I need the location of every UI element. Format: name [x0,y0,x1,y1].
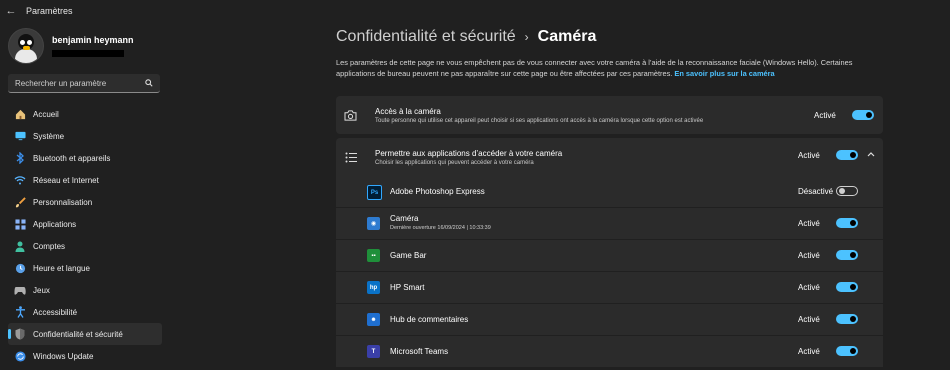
app-access-toggle[interactable] [836,250,858,260]
sidebar-item-reseau-et-internet[interactable]: Réseau et Internet [8,169,162,191]
avatar [8,28,44,64]
intro-text: Les paramètres de cette page ne vous emp… [336,58,871,79]
sidebar-item-confidentialite-et-securite[interactable]: Confidentialité et sécurité [8,323,162,345]
app-row: ☻ Hub de commentaires Activé [336,304,883,336]
app-access-toggle[interactable] [836,314,858,324]
sidebar-item-label: Jeux [33,285,50,295]
learn-more-link[interactable]: En savoir plus sur la caméra [674,69,774,78]
apps-access-card[interactable]: Permettre aux applications d’accéder à v… [336,138,883,176]
feedback-hub-icon: ☻ [367,313,380,326]
person-icon [14,240,26,252]
brush-icon [14,196,26,208]
app-access-toggle[interactable] [836,218,858,228]
hp-smart-icon: hp [367,281,380,294]
sidebar-item-applications[interactable]: Applications [8,213,162,235]
apps-access-title: Permettre aux applications d’accéder à v… [375,148,563,158]
teams-icon: T [367,345,380,358]
app-row: T Microsoft Teams Activé [336,336,883,367]
sidebar-item-label: Personnalisation [33,197,93,207]
sidebar-item-label: Système [33,131,65,141]
app-name: Game Bar [390,251,427,260]
update-icon [14,350,26,362]
camera-app-icon: ◉ [367,217,380,230]
search-input[interactable]: Rechercher un paramètre [8,74,160,93]
camera-access-title: Accès à la caméra [375,106,441,116]
gamepad-icon [14,284,26,296]
app-access-state: Désactivé [798,187,834,196]
photoshop-icon: Ps [367,185,382,200]
sidebar-item-label: Réseau et Internet [33,175,99,185]
app-name: HP Smart [390,283,425,292]
breadcrumb-separator: › [524,30,529,44]
app-row: ◉ Caméra Dernière ouverture 16/09/2024 | 1… [336,208,883,240]
app-access-state: Activé [798,283,820,292]
home-icon [14,108,26,120]
back-arrow-icon[interactable]: ← [0,0,22,22]
shield-icon [14,328,26,340]
search-placeholder: Rechercher un paramètre [15,78,107,88]
apps-access-toggle[interactable] [836,150,858,160]
search-icon[interactable] [142,79,156,87]
display-icon [14,130,26,142]
sidebar-item-label: Heure et langue [33,263,90,273]
sidebar-item-bluetooth-et-appareils[interactable]: Bluetooth et appareils [8,147,162,169]
camera-access-toggle[interactable] [852,110,874,120]
apps-access-subtitle: Choisir les applications qui peuvent acc… [375,159,534,166]
main-content: Confidentialité et sécurité › Caméra Les… [336,22,884,370]
app-name: Hub de commentaires [390,315,469,324]
list-icon [344,151,357,164]
app-access-toggle[interactable] [836,282,858,292]
apps-access-state: Activé [798,151,820,160]
user-profile[interactable]: benjamin heymann [8,28,134,64]
app-access-state: Activé [798,251,820,260]
sidebar-item-accueil[interactable]: Accueil [8,103,162,125]
sidebar: benjamin heymann Rechercher un paramètre… [0,22,170,370]
accessibility-icon [14,306,26,318]
app-row: hp HP Smart Activé [336,272,883,304]
camera-access-card: Accès à la caméra Toute personne qui uti… [336,96,883,134]
sidebar-item-heure-et-langue[interactable]: Heure et langue [8,257,162,279]
window-title: Paramètres [26,6,73,16]
app-access-toggle[interactable] [836,346,858,356]
camera-access-subtitle: Toute personne qui utilise cet appareil … [375,117,704,124]
sidebar-item-systeme[interactable]: Système [8,125,162,147]
breadcrumb: Confidentialité et sécurité › Caméra [336,28,596,46]
app-name: Adobe Photoshop Express [390,187,485,196]
sidebar-item-label: Accessibilité [33,307,78,317]
sidebar-item-personnalisation[interactable]: Personnalisation [8,191,162,213]
sidebar-item-label: Applications [33,219,77,229]
sidebar-item-accessibilite[interactable]: Accessibilité [8,301,162,323]
title-bar: ← Paramètres [0,0,950,22]
chevron-up-icon[interactable] [867,150,875,159]
wifi-icon [14,174,26,186]
app-row: ▪▪ Game Bar Activé [336,240,883,272]
app-name: Microsoft Teams [390,347,449,356]
app-access-state: Activé [798,219,820,228]
breadcrumb-parent[interactable]: Confidentialité et sécurité [336,28,516,46]
sidebar-item-label: Bluetooth et appareils [33,153,111,163]
sidebar-item-label: Comptes [33,241,66,251]
sidebar-item-label: Accueil [33,109,59,119]
sidebar-item-comptes[interactable]: Comptes [8,235,162,257]
sidebar-item-label: Confidentialité et sécurité [33,329,123,339]
app-name: Caméra [390,214,419,223]
app-row: Ps Adobe Photoshop Express Désactivé [336,176,883,208]
bluetooth-icon [14,152,26,164]
game-bar-icon: ▪▪ [367,249,380,262]
globe-clock-icon [14,262,26,274]
sidebar-item-label: Windows Update [33,351,94,361]
sidebar-nav: Accueil Système Bluetooth et appareils Rése… [8,103,162,367]
app-access-state: Activé [798,347,820,356]
sidebar-item-windows-update[interactable]: Windows Update [8,345,162,367]
app-last-opened: Dernière ouverture 16/09/2024 | 10:33:39 [390,225,491,231]
camera-access-state: Activé [814,111,836,120]
page-title: Caméra [537,28,597,45]
app-access-toggle[interactable] [836,186,858,196]
apps-icon [14,218,26,230]
camera-icon [344,109,357,122]
sidebar-item-jeux[interactable]: Jeux [8,279,162,301]
user-email-redacted [52,50,124,57]
app-access-state: Activé [798,315,820,324]
user-name: benjamin heymann [52,35,134,45]
